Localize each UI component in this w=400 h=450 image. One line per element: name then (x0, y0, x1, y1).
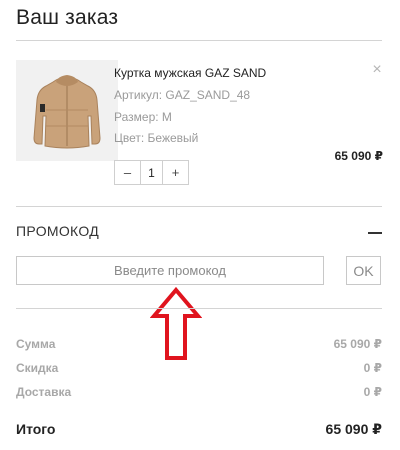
product-name[interactable]: Куртка мужская GAZ SAND (114, 66, 266, 80)
apply-promo-button[interactable]: OK (346, 256, 381, 285)
promo-code-input[interactable] (16, 256, 324, 285)
quantity-value[interactable]: 1 (140, 161, 163, 184)
collapse-promo-icon[interactable] (368, 232, 382, 234)
divider (16, 40, 382, 41)
summary-label-discount: Скидка (16, 361, 59, 375)
summary-value-delivery: 0 ₽ (363, 385, 382, 399)
page-title: Ваш заказ (16, 6, 119, 29)
promo-section-title[interactable]: ПРОМОКОД (16, 223, 99, 239)
jacket-icon (33, 75, 101, 149)
summary-value-discount: 0 ₽ (363, 361, 382, 375)
product-article: Артикул: GAZ_SAND_48 (114, 88, 251, 102)
divider (16, 308, 382, 309)
product-color: Цвет: Бежевый (114, 131, 199, 145)
product-image[interactable] (16, 60, 118, 161)
summary-label-sum: Сумма (16, 337, 56, 351)
summary-label-delivery: Доставка (16, 385, 72, 399)
remove-item-icon[interactable]: × (370, 62, 384, 78)
decrease-quantity-button[interactable]: – (115, 161, 140, 184)
total-label: Итого (16, 421, 56, 437)
divider (16, 206, 382, 207)
product-price: 65 090 ₽ (334, 149, 383, 163)
product-size: Размер: M (114, 110, 172, 124)
increase-quantity-button[interactable]: + (163, 161, 188, 184)
total-value: 65 090 ₽ (325, 421, 382, 437)
quantity-stepper: – 1 + (114, 160, 189, 185)
summary-value-sum: 65 090 ₽ (333, 337, 382, 351)
red-up-arrow-icon (150, 286, 202, 360)
